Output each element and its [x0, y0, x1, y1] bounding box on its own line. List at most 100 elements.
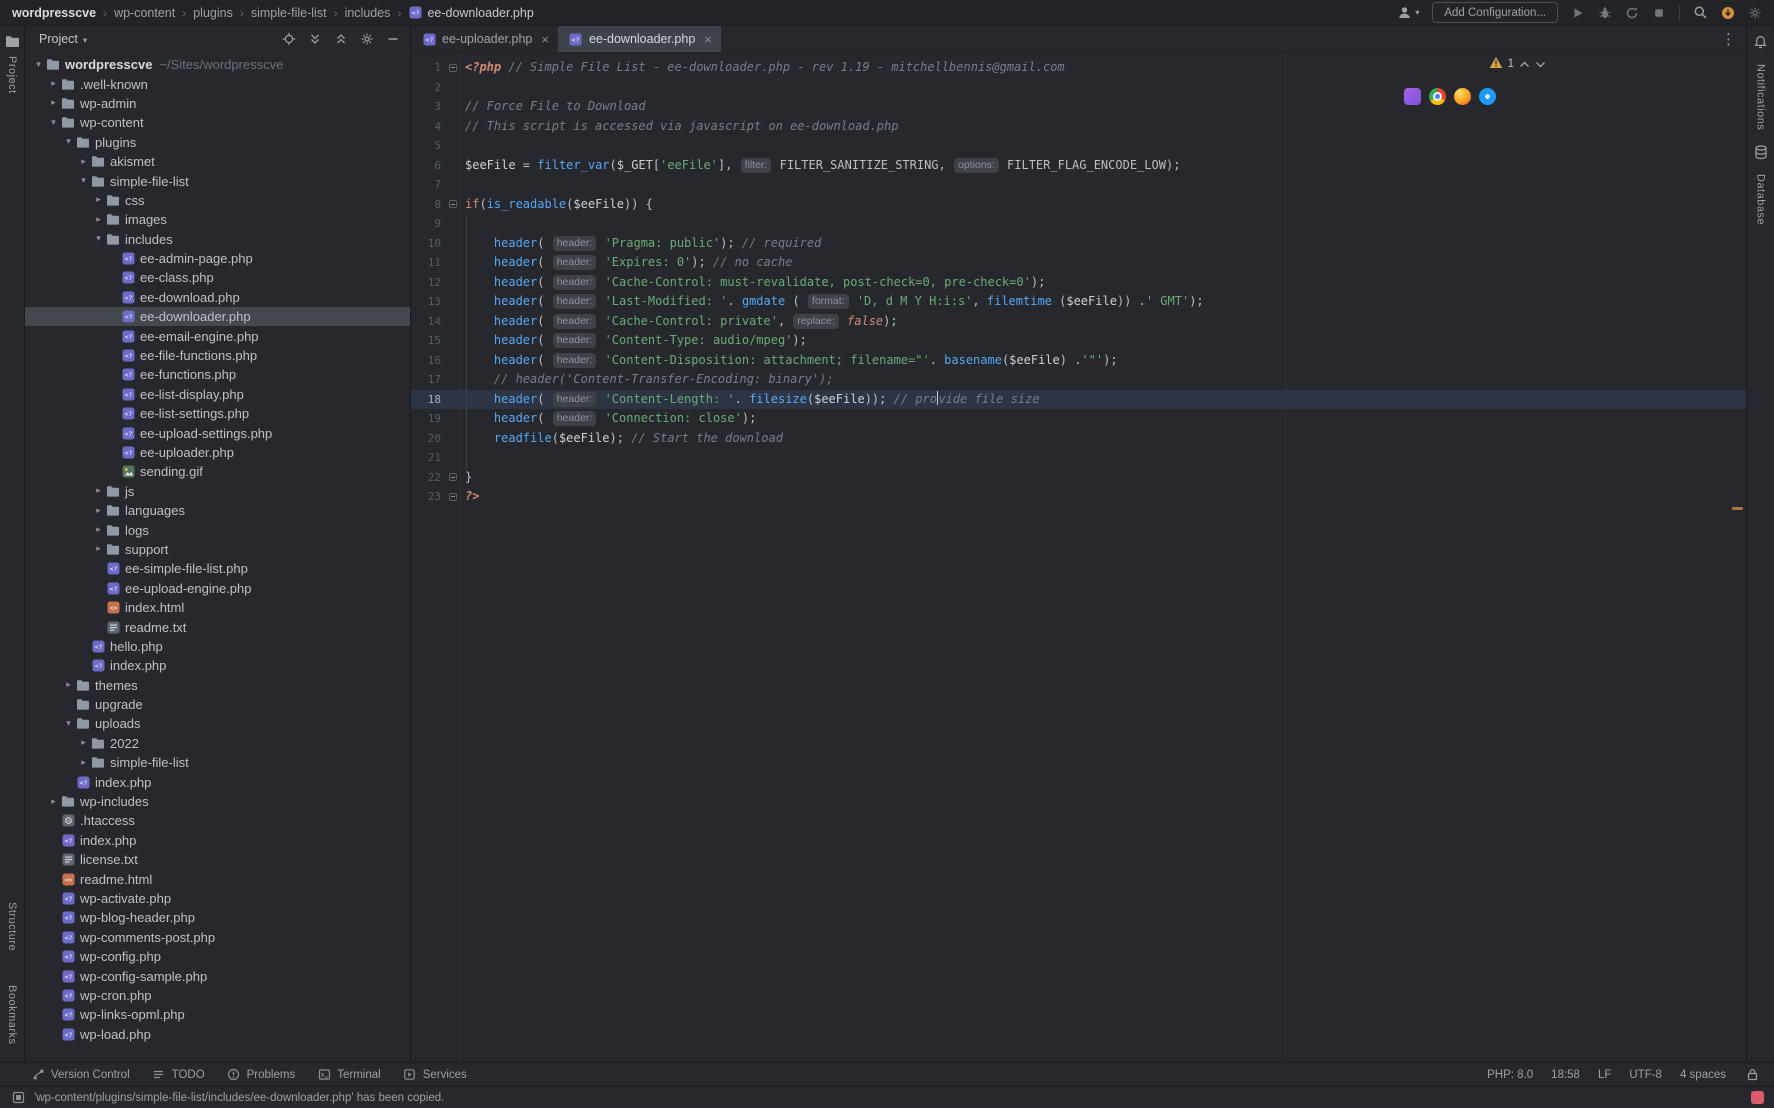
debug-icon[interactable]	[1598, 6, 1612, 20]
inspections-widget[interactable]: 1	[1489, 56, 1546, 72]
code-line[interactable]: 13 header( header: 'Last-Modified: '. gm…	[411, 292, 1746, 312]
tree-row-ee-email-engine-php[interactable]: <?ee-email-engine.php	[25, 326, 410, 345]
tree-row-wp-config-php[interactable]: <?wp-config.php	[25, 947, 410, 966]
tree-chevron-icon[interactable]: ▾	[91, 234, 106, 244]
status-utf-8[interactable]: UTF-8	[1629, 1069, 1662, 1081]
line-number[interactable]: 1	[411, 58, 446, 78]
tree-chevron-icon[interactable]: ▾	[61, 137, 76, 147]
code-line[interactable]: 6$eeFile = filter_var($_GET['eeFile'], f…	[411, 156, 1746, 176]
tree-row-css[interactable]: ▸css	[25, 191, 410, 210]
notifications-bell-icon[interactable]	[1753, 34, 1769, 50]
line-number[interactable]: 16	[411, 351, 446, 371]
tree-row-index-html[interactable]: <>index.html	[25, 598, 410, 617]
tree-chevron-icon[interactable]: ▾	[46, 118, 61, 128]
tree-row-ee-list-settings-php[interactable]: <?ee-list-settings.php	[25, 404, 410, 423]
safari-icon[interactable]	[1479, 88, 1496, 105]
line-number[interactable]: 4	[411, 117, 446, 137]
tree-row-images[interactable]: ▸images	[25, 210, 410, 229]
code-line[interactable]: 17 // header('Content-Transfer-Encoding:…	[411, 370, 1746, 390]
code-line[interactable]: 19 header( header: 'Connection: close');	[411, 409, 1746, 429]
tree-row-wp-links-opml-php[interactable]: <?wp-links-opml.php	[25, 1005, 410, 1024]
line-number[interactable]: 3	[411, 97, 446, 117]
code-line[interactable]: 3// Force File to Download	[411, 97, 1746, 117]
line-number[interactable]: 10	[411, 234, 446, 254]
code-line[interactable]: 14 header( header: 'Cache-Control: priva…	[411, 312, 1746, 332]
tree-row-includes[interactable]: ▾includes	[25, 230, 410, 249]
tree-chevron-icon[interactable]: ▸	[76, 738, 91, 748]
code-line[interactable]: 21	[411, 448, 1746, 468]
tree-row-languages[interactable]: ▸languages	[25, 501, 410, 520]
tree-row-ee-upload-settings-php[interactable]: <?ee-upload-settings.php	[25, 423, 410, 442]
code-editor[interactable]: 1<?php // Simple File List - ee-download…	[411, 53, 1746, 1062]
line-number[interactable]: 13	[411, 292, 446, 312]
stripe-project-label[interactable]: Project	[6, 56, 18, 94]
code-line[interactable]: 11 header( header: 'Expires: 0'); // no …	[411, 253, 1746, 273]
tree-row-htaccess[interactable]: .htaccess	[25, 811, 410, 830]
tree-row-simple-file-list[interactable]: ▸simple-file-list	[25, 753, 410, 772]
tree-chevron-icon[interactable]: ▾	[61, 719, 76, 729]
tree-row-wordpresscve[interactable]: ▾wordpresscve~/Sites/wordpresscve	[25, 55, 410, 74]
code-line[interactable]: 8if(is_readable($eeFile)) {	[411, 195, 1746, 215]
status-18-58[interactable]: 18:58	[1551, 1069, 1580, 1081]
code-line[interactable]: 20 readfile($eeFile); // Start the downl…	[411, 429, 1746, 449]
tree-row-ee-class-php[interactable]: <?ee-class.php	[25, 268, 410, 287]
tree-row-wp-admin[interactable]: ▸wp-admin	[25, 94, 410, 113]
tree-row-index-php[interactable]: <?index.php	[25, 831, 410, 850]
line-number[interactable]: 8	[411, 195, 446, 215]
tree-row-2022[interactable]: ▸2022	[25, 734, 410, 753]
line-number[interactable]: 5	[411, 136, 446, 156]
tree-chevron-icon[interactable]: ▸	[76, 157, 91, 167]
tree-chevron-icon[interactable]: ▸	[91, 506, 106, 516]
line-number[interactable]: 20	[411, 429, 446, 449]
fold-marker[interactable]	[446, 195, 460, 215]
tree-row-upgrade[interactable]: upgrade	[25, 695, 410, 714]
editor-tab-ee-downloader-php[interactable]: <?ee-downloader.php×	[558, 26, 721, 52]
fold-marker[interactable]	[446, 58, 460, 78]
line-number[interactable]: 17	[411, 370, 446, 390]
tree-row-readme-html[interactable]: <>readme.html	[25, 869, 410, 888]
next-problem-icon[interactable]	[1535, 61, 1546, 68]
close-tab-icon[interactable]: ×	[541, 32, 549, 47]
tree-row-akismet[interactable]: ▸akismet	[25, 152, 410, 171]
tree-row-uploads[interactable]: ▾uploads	[25, 714, 410, 733]
code-line[interactable]: 16 header( header: 'Content-Disposition:…	[411, 351, 1746, 371]
stripe-database-label[interactable]: Database	[1755, 174, 1767, 225]
tree-row-wp-includes[interactable]: ▸wp-includes	[25, 792, 410, 811]
tree-chevron-icon[interactable]: ▸	[76, 758, 91, 768]
stop-icon[interactable]	[1652, 6, 1666, 20]
tree-row-ee-upload-engine-php[interactable]: <?ee-upload-engine.php	[25, 579, 410, 598]
code-line[interactable]: 22}	[411, 468, 1746, 488]
status-item-problems[interactable]: Problems	[226, 1067, 296, 1083]
status-item-todo[interactable]: TODO	[151, 1067, 205, 1083]
collapse-all-icon[interactable]	[333, 32, 348, 47]
code-line[interactable]: 7	[411, 175, 1746, 195]
database-icon[interactable]	[1753, 144, 1769, 160]
breadcrumb-item[interactable]: <?ee-downloader.php	[408, 6, 533, 20]
tree-chevron-icon[interactable]: ▾	[31, 60, 46, 70]
tree-row-wp-activate-php[interactable]: <?wp-activate.php	[25, 889, 410, 908]
line-number[interactable]: 19	[411, 409, 446, 429]
search-everywhere-icon[interactable]	[1693, 5, 1708, 20]
tree-chevron-icon[interactable]: ▸	[46, 98, 61, 108]
status-php-8-0[interactable]: PHP: 8.0	[1487, 1069, 1533, 1081]
add-configuration-button[interactable]: Add Configuration...	[1432, 2, 1558, 23]
tree-row-index-php[interactable]: <?index.php	[25, 656, 410, 675]
warning-stripe-mark[interactable]	[1732, 507, 1743, 510]
line-number[interactable]: 7	[411, 175, 446, 195]
hide-panel-icon[interactable]	[385, 32, 400, 47]
tree-row-ee-simple-file-list-php[interactable]: <?ee-simple-file-list.php	[25, 559, 410, 578]
breadcrumb-item[interactable]: wp-content	[114, 6, 175, 20]
stripe-bookmarks-label[interactable]: Bookmarks	[6, 985, 18, 1045]
tree-chevron-icon[interactable]: ▸	[91, 544, 106, 554]
tab-options-icon[interactable]: ⋮	[1711, 30, 1746, 48]
tree-row-wp-cron-php[interactable]: <?wp-cron.php	[25, 986, 410, 1005]
code-line[interactable]: 5	[411, 136, 1746, 156]
breadcrumb-item[interactable]: plugins	[193, 6, 233, 20]
line-number[interactable]: 15	[411, 331, 446, 351]
code-line[interactable]: 2	[411, 78, 1746, 98]
update-available-icon[interactable]	[1721, 6, 1735, 20]
panel-settings-icon[interactable]	[359, 32, 374, 47]
project-panel-title[interactable]: Project▾	[39, 32, 87, 46]
tree-chevron-icon[interactable]: ▸	[61, 680, 76, 690]
line-number[interactable]: 21	[411, 448, 446, 468]
